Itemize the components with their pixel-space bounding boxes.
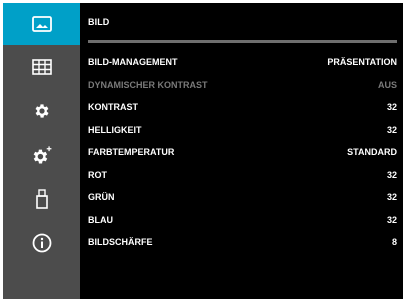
sidebar-item-picture[interactable]: [3, 3, 80, 45]
usb-icon: [35, 189, 48, 209]
picture-icon: [31, 16, 52, 32]
setting-value: 32: [386, 214, 397, 225]
setting-label: BLAU: [88, 214, 113, 225]
setting-row-sharpness[interactable]: BILDSCHÄRFE 8: [88, 231, 397, 254]
setting-row-green[interactable]: GRÜN 32: [88, 186, 397, 209]
setting-row-blue[interactable]: BLAU 32: [88, 209, 397, 232]
sidebar-item-usb[interactable]: [3, 177, 80, 221]
setting-value: 32: [386, 102, 397, 113]
settings-list: BILD-MANAGEMENT PRÄSENTATION DYNAMISCHER…: [88, 51, 397, 254]
title-divider: [88, 40, 397, 43]
osd-menu: BILD BILD-MANAGEMENT PRÄSENTATION DYNAMI…: [3, 3, 403, 299]
setting-row-brightness[interactable]: HELLIGKEIT 32: [88, 119, 397, 142]
setting-value: STANDARD: [347, 147, 397, 158]
grid-layout-icon: [31, 59, 52, 75]
setting-label: BILDSCHÄRFE: [88, 237, 153, 248]
sidebar-item-info[interactable]: [3, 221, 80, 265]
setting-label: FARBTEMPERATUR: [88, 147, 175, 158]
setting-row-picture-mode[interactable]: BILD-MANAGEMENT PRÄSENTATION: [88, 51, 397, 74]
setting-row-red[interactable]: ROT 32: [88, 164, 397, 187]
settings-panel: BILD BILD-MANAGEMENT PRÄSENTATION DYNAMI…: [80, 3, 403, 299]
setting-value: PRÄSENTATION: [327, 57, 397, 68]
setting-value: 32: [386, 169, 397, 180]
sidebar: [3, 3, 80, 299]
setting-label: GRÜN: [88, 192, 115, 203]
info-icon: [32, 233, 51, 253]
panel-title: BILD: [88, 17, 110, 27]
setting-row-contrast[interactable]: KONTRAST 32: [88, 96, 397, 119]
gear-icon: [35, 104, 49, 118]
setting-label: HELLIGKEIT: [88, 124, 142, 135]
setting-label: DYNAMISCHER KONTRAST: [88, 79, 208, 90]
setting-label: ROT: [88, 169, 107, 180]
sidebar-item-settings[interactable]: [3, 89, 80, 133]
setting-value: 8: [391, 237, 397, 248]
setting-value: 32: [386, 192, 397, 203]
setting-value: 32: [386, 124, 397, 135]
setting-value: AUS: [377, 79, 397, 90]
setting-row-dynamic-contrast: DYNAMISCHER KONTRAST AUS: [88, 74, 397, 97]
setting-label: KONTRAST: [88, 102, 138, 113]
gear-plus-icon: [33, 146, 51, 164]
sidebar-item-layout[interactable]: [3, 45, 80, 89]
setting-label: BILD-MANAGEMENT: [88, 57, 178, 68]
setting-row-color-temperature[interactable]: FARBTEMPERATUR STANDARD: [88, 141, 397, 164]
sidebar-item-advanced-settings[interactable]: [3, 133, 80, 177]
